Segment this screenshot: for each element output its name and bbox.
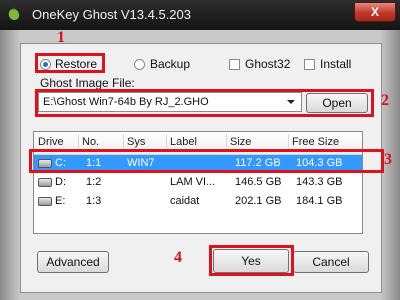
image-file-label: Ghost Image File: (40, 76, 135, 90)
cancel-button[interactable]: Cancel (293, 251, 369, 273)
free-size-cell: 143.3 GB (296, 176, 343, 188)
backup-label[interactable]: Backup (150, 57, 190, 71)
size-cell: 202.1 GB (235, 195, 282, 207)
close-button[interactable]: X (354, 2, 396, 22)
number-cell: 1:2 (86, 176, 102, 188)
drive-cell: D: (55, 176, 66, 188)
annotation-number-2: 2 (381, 92, 389, 109)
label-cell: LAM VI... (170, 176, 216, 188)
column-header[interactable]: No. (82, 136, 99, 148)
partition-list[interactable]: Drive No. Sys Label Size Free Size C: 1:… (33, 131, 363, 234)
annotation-number-4: 4 (174, 249, 182, 266)
ghost32-label[interactable]: Ghost32 (245, 57, 290, 71)
window-title: OneKey Ghost V13.4.5.203 (32, 7, 191, 22)
column-header[interactable]: Label (170, 136, 197, 148)
install-checkbox[interactable] (304, 59, 315, 70)
drive-cell: E: (55, 195, 66, 207)
free-size-cell: 184.1 GB (296, 195, 343, 207)
annotation-box-image-file (35, 89, 374, 117)
table-row[interactable]: D: 1:2 LAM VI... 146.5 GB 143.3 GB (34, 174, 362, 190)
table-row[interactable]: E: 1:3 caidat 202.1 GB 184.1 GB (34, 193, 362, 209)
hard-drive-icon (38, 197, 52, 206)
app-icon (8, 7, 20, 20)
annotation-number-1: 1 (57, 29, 65, 46)
label-cell: caidat (170, 195, 200, 207)
annotation-box-yes (209, 245, 294, 276)
title-bar: OneKey Ghost V13.4.5.203 X (0, 0, 400, 30)
annotation-box-restore (35, 53, 105, 73)
backup-radio[interactable] (134, 59, 145, 70)
number-cell: 1:3 (86, 195, 102, 207)
install-label[interactable]: Install (320, 57, 351, 71)
hard-drive-icon (38, 178, 52, 187)
annotation-number-3: 3 (384, 151, 392, 168)
size-cell: 146.5 GB (235, 176, 282, 188)
advanced-button[interactable]: Advanced (37, 251, 109, 273)
ghost32-checkbox[interactable] (229, 59, 240, 70)
annotation-box-partition (29, 149, 384, 173)
column-header[interactable]: Size (230, 136, 251, 148)
column-header[interactable]: Free Size (292, 136, 339, 148)
column-header[interactable]: Sys (127, 136, 145, 148)
column-header[interactable]: Drive (38, 136, 64, 148)
